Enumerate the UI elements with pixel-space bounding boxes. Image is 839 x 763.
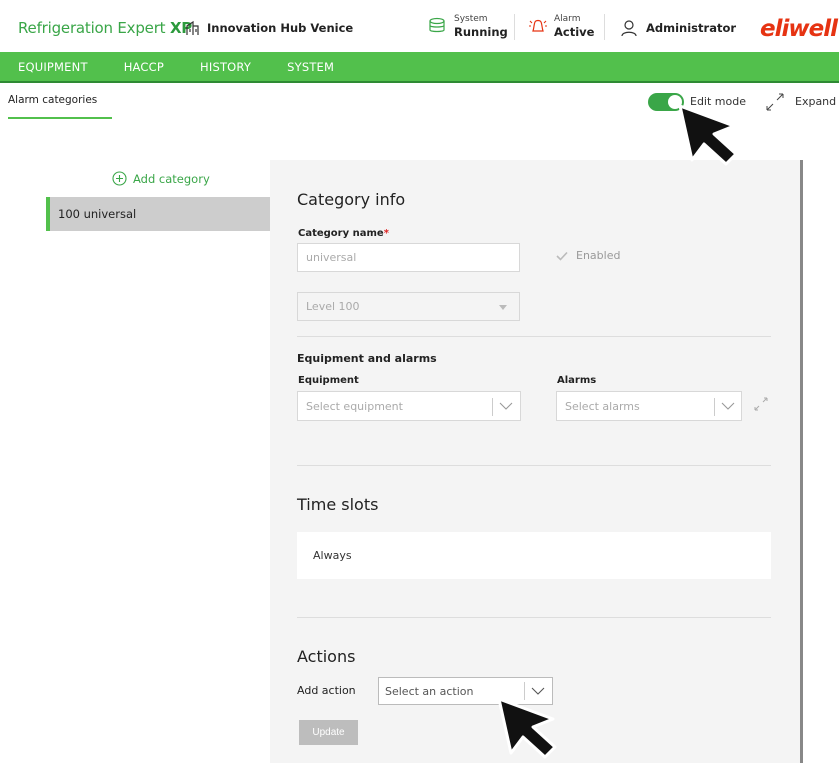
- chevron-down-icon: [531, 687, 545, 695]
- chevron-down-icon: [721, 402, 735, 410]
- add-action-label: Add action: [297, 684, 356, 697]
- enabled-label: Enabled: [576, 249, 621, 262]
- expand-label[interactable]: Expand: [795, 95, 836, 108]
- equipment-select[interactable]: Select equipment: [297, 391, 521, 421]
- main-nav: EQUIPMENT HACCP HISTORY SYSTEM: [0, 52, 839, 83]
- app-title-prefix: Refrigeration Expert: [18, 19, 170, 37]
- category-name-label: Category name*: [298, 228, 389, 239]
- alarm-bell-icon: [529, 19, 547, 32]
- cursor-arrow-icon: [678, 104, 738, 166]
- category-list-item[interactable]: 100 universal: [46, 197, 270, 231]
- expand-alarms-icon[interactable]: [753, 396, 769, 412]
- cursor-arrow-icon: [497, 697, 557, 759]
- caret-down-icon: [499, 305, 507, 310]
- header-divider: [604, 14, 605, 40]
- alarms-select[interactable]: Select alarms: [556, 391, 742, 421]
- select-divider: [492, 398, 493, 416]
- building-icon: [186, 20, 199, 35]
- nav-system[interactable]: SYSTEM: [269, 60, 352, 74]
- section-divider: [297, 617, 771, 618]
- alarms-label: Alarms: [557, 375, 597, 386]
- user-icon: [621, 20, 637, 37]
- section-divider: [297, 465, 771, 466]
- category-name-label-text: Category name: [298, 228, 384, 239]
- eliwell-logo: eliwell: [760, 16, 839, 42]
- select-divider: [714, 398, 715, 416]
- top-header: Refrigeration Expert XP Innovation Hub V…: [0, 0, 839, 52]
- alarm-status[interactable]: Alarm Active: [528, 13, 594, 39]
- expand-icon[interactable]: [764, 91, 786, 113]
- section-divider: [297, 336, 771, 337]
- update-button[interactable]: Update: [299, 720, 358, 745]
- brand-logo: eliwell: [760, 15, 839, 47]
- tab-alarm-categories[interactable]: Alarm categories: [8, 94, 97, 116]
- nav-equipment[interactable]: EQUIPMENT: [0, 60, 106, 74]
- chevron-down-icon: [499, 402, 513, 410]
- category-info-title: Category info: [297, 190, 406, 209]
- app-title: Refrigeration Expert XP: [18, 19, 192, 37]
- active-tab-indicator: [8, 117, 112, 119]
- action-select-placeholder: Select an action: [385, 684, 474, 698]
- equipment-label: Equipment: [298, 375, 359, 386]
- enabled-checkbox[interactable]: Enabled: [556, 249, 620, 262]
- time-slots-title: Time slots: [297, 495, 379, 514]
- time-slot-item[interactable]: Always: [297, 532, 771, 579]
- category-name-input[interactable]: universal: [297, 243, 520, 272]
- add-category-label: Add category: [133, 171, 210, 186]
- site-name: Innovation Hub Venice: [207, 21, 354, 35]
- level-select[interactable]: Level 100: [297, 292, 520, 321]
- check-icon: [556, 251, 568, 261]
- svg-text:eliwell: eliwell: [760, 16, 839, 41]
- add-circle-icon: [112, 171, 127, 186]
- user-menu[interactable]: Administrator: [620, 19, 736, 37]
- alarm-status-value: Active: [554, 25, 595, 39]
- equipment-alarms-title: Equipment and alarms: [297, 352, 437, 365]
- nav-haccp[interactable]: HACCP: [106, 60, 182, 74]
- system-status: System Running: [428, 13, 508, 39]
- panel-scrollbar[interactable]: [800, 160, 803, 763]
- actions-title: Actions: [297, 647, 356, 666]
- equipment-placeholder: Select equipment: [306, 399, 403, 413]
- header-divider: [514, 14, 515, 40]
- level-select-value: Level 100: [306, 300, 360, 313]
- nav-history[interactable]: HISTORY: [182, 60, 269, 74]
- required-mark: *: [383, 228, 389, 239]
- add-category-button[interactable]: Add category: [112, 171, 210, 186]
- database-sync-icon: [429, 17, 445, 33]
- site-selector[interactable]: Innovation Hub Venice: [185, 20, 353, 36]
- alarms-placeholder: Select alarms: [565, 399, 640, 413]
- system-status-value: Running: [454, 25, 508, 39]
- user-name: Administrator: [646, 21, 737, 35]
